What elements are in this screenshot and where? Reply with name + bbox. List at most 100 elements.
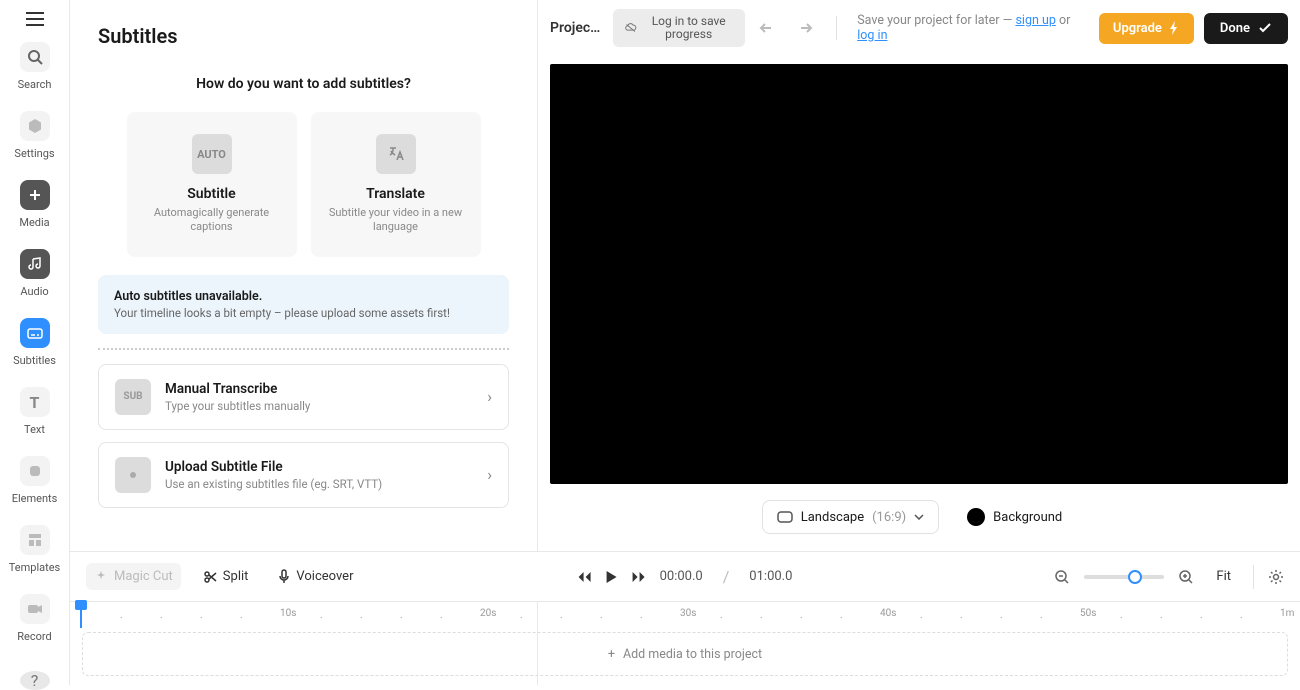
sidebar-item-settings[interactable]: Settings (0, 107, 69, 164)
cloud-off-icon (625, 21, 636, 35)
sidebar-item-elements[interactable]: Elements (0, 452, 69, 509)
save-prompt: Save your project for later — sign up or… (857, 13, 1089, 43)
option-manual-transcribe[interactable]: SUB Manual Transcribe Type your subtitle… (98, 364, 509, 430)
zoom-out-icon (1054, 569, 1070, 585)
gear-icon (1268, 569, 1284, 585)
tick-label: 40s (880, 608, 896, 619)
tick-label: 50s (1080, 608, 1096, 619)
option-title: Manual Transcribe (165, 381, 473, 397)
card-auto-subtitle[interactable]: AUTO Subtitle Automagically generate cap… (127, 112, 297, 257)
scissors-icon (203, 570, 217, 584)
card-title: Subtitle (141, 186, 283, 202)
tick-label: 20s (480, 608, 496, 619)
add-media-track[interactable]: + Add media to this project (82, 632, 1288, 676)
done-label: Done (1220, 21, 1250, 36)
zoom-in-icon (1178, 569, 1194, 585)
rewind-icon (578, 571, 592, 583)
project-name[interactable]: Project... (550, 20, 603, 36)
fit-button[interactable]: Fit (1208, 563, 1239, 590)
sidebar-label: Media (19, 216, 49, 229)
sidebar-item-audio[interactable]: Audio (0, 245, 69, 302)
option-title: Upload Subtitle File (165, 459, 473, 475)
card-translate[interactable]: Translate Subtitle your video in a new l… (311, 112, 481, 257)
music-icon (28, 257, 42, 271)
zoom-in-button[interactable] (1178, 569, 1194, 585)
play-button[interactable] (606, 570, 618, 584)
zoom-slider[interactable] (1084, 575, 1164, 579)
search-icon (27, 49, 43, 65)
login-save-label: Log in to save progress (645, 15, 733, 41)
done-button[interactable]: Done (1204, 13, 1288, 44)
login-save-button[interactable]: Log in to save progress (613, 9, 744, 47)
zoom-thumb[interactable] (1128, 570, 1142, 584)
chevron-down-icon (914, 514, 924, 520)
sidebar-item-search[interactable]: Search (0, 38, 69, 95)
tick-label: 10s (280, 608, 296, 619)
info-unavailable: Auto subtitles unavailable. Your timelin… (98, 275, 509, 334)
play-icon (606, 570, 618, 584)
total-time: 01:00.0 (749, 569, 792, 584)
tick-label: 1m (1280, 608, 1294, 619)
mic-icon (278, 569, 290, 585)
info-title: Auto subtitles unavailable. (114, 289, 493, 304)
toolbar: Magic Cut Split Voiceover 00:00.0 / 01:0… (70, 551, 1300, 601)
help-button[interactable]: ? (20, 671, 50, 690)
auto-icon: AUTO (192, 134, 232, 174)
rewind-button[interactable] (578, 571, 592, 583)
forward-button[interactable] (632, 571, 646, 583)
card-title: Translate (325, 186, 467, 202)
sidebar-label: Subtitles (13, 354, 56, 367)
add-media-label: Add media to this project (623, 647, 762, 662)
color-swatch (967, 508, 985, 526)
timeline-ruler[interactable]: 10s 20s 30s 40s 50s 1m .... .... .... ..… (70, 602, 1300, 628)
camera-icon (27, 603, 43, 615)
sparkle-icon (94, 570, 108, 584)
landscape-icon (777, 511, 793, 523)
plus-icon (28, 188, 42, 202)
login-link[interactable]: log in (857, 28, 887, 43)
card-sub: Automagically generate captions (141, 206, 283, 235)
background-selector[interactable]: Background (953, 500, 1076, 534)
info-text: Your timeline looks a bit empty – please… (114, 306, 493, 320)
size-selector[interactable]: Landscape (16:9) (762, 500, 939, 534)
sidebar-label: Settings (14, 147, 54, 160)
option-sub: Use an existing subtitles file (eg. SRT,… (165, 477, 473, 491)
redo-button[interactable] (791, 17, 817, 39)
timeline: 10s 20s 30s 40s 50s 1m .... .... .... ..… (70, 601, 1300, 685)
card-sub: Subtitle your video in a new language (325, 206, 467, 235)
chevron-right-icon: › (487, 465, 492, 484)
undo-button[interactable] (755, 17, 781, 39)
menu-button[interactable] (20, 12, 50, 26)
file-icon (115, 457, 151, 493)
sidebar-item-templates[interactable]: Templates (0, 521, 69, 578)
signup-link[interactable]: sign up (1015, 13, 1055, 28)
current-time: 00:00.0 (660, 569, 703, 584)
split-button[interactable]: Split (195, 563, 257, 590)
sidebar-item-media[interactable]: Media (0, 176, 69, 233)
time-separator: / (723, 567, 730, 586)
option-upload-subtitle[interactable]: Upload Subtitle File Use an existing sub… (98, 442, 509, 508)
sub-badge-icon: SUB (115, 379, 151, 415)
sidebar-item-text[interactable]: T Text (0, 383, 69, 440)
text-icon: T (30, 393, 40, 412)
undo-icon (759, 21, 777, 35)
sidebar-label: Record (17, 630, 51, 643)
sidebar-item-subtitles[interactable]: Subtitles (0, 314, 69, 371)
sidebar-label: Search (18, 78, 52, 91)
sidebar-item-record[interactable]: Record (0, 590, 69, 647)
settings-gear-button[interactable] (1268, 569, 1284, 585)
topbar: Project... Log in to save progress Save … (538, 0, 1300, 56)
sidebar: Search Settings Media Audio Subtitles T … (0, 0, 70, 685)
magic-cut-button: Magic Cut (86, 563, 181, 590)
chevron-right-icon: › (487, 387, 492, 406)
zoom-out-button[interactable] (1054, 569, 1070, 585)
upgrade-label: Upgrade (1113, 21, 1162, 36)
voiceover-button[interactable]: Voiceover (270, 563, 361, 591)
sidebar-label: Elements (12, 492, 58, 505)
shapes-icon (28, 464, 42, 478)
upgrade-button[interactable]: Upgrade (1099, 13, 1194, 44)
sidebar-label: Text (24, 423, 45, 436)
video-preview[interactable] (550, 64, 1288, 484)
playhead[interactable] (80, 602, 82, 628)
bolt-icon (1168, 21, 1180, 35)
